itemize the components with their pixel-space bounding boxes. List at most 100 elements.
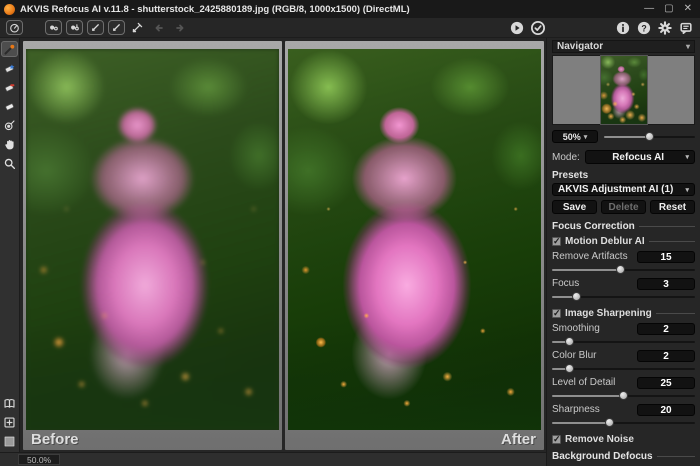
preview-brush-tool[interactable]	[1, 41, 18, 57]
statusbar: 50.0%	[0, 452, 546, 466]
remove-artifacts-slider[interactable]	[552, 264, 695, 275]
chevron-down-icon: ▾	[584, 133, 588, 141]
save-preset-button[interactable]: Save	[552, 200, 597, 214]
run-button[interactable]	[508, 20, 525, 35]
zoom-level-select[interactable]: 50% ▾	[552, 130, 598, 143]
level-of-detail-param: Level of Detail 25	[552, 376, 695, 401]
hand-tool[interactable]	[1, 136, 18, 152]
keep-area-brush-tool[interactable]	[1, 60, 18, 76]
close-button[interactable]: ✕	[684, 0, 692, 18]
minimize-button[interactable]: —	[644, 0, 654, 18]
zoom-level-value: 50%	[563, 132, 581, 142]
apply-button[interactable]	[529, 20, 546, 35]
slider-thumb[interactable]	[565, 364, 574, 373]
navigator-preview	[552, 55, 695, 125]
statusbar-zoom-value: 50.0%	[18, 454, 60, 465]
toolbar: ?	[0, 18, 700, 38]
focus-slider[interactable]	[552, 291, 695, 302]
sharpness-value[interactable]: 20	[637, 404, 695, 416]
titlebar: AKVIS Refocus AI v.11.8 - shutterstock_2…	[0, 0, 700, 18]
chevron-down-icon: ▾	[686, 42, 690, 51]
app-window: AKVIS Refocus AI v.11.8 - shutterstock_2…	[0, 0, 700, 466]
smoothing-slider[interactable]	[552, 336, 695, 347]
remove-noise-label: Remove Noise	[565, 434, 634, 445]
window-layout-toggle[interactable]	[1, 414, 18, 430]
slider-thumb[interactable]	[565, 337, 574, 346]
preset-value: AKVIS Adjustment AI (1)	[558, 184, 685, 195]
remove-artifacts-value[interactable]: 15	[637, 251, 695, 263]
mode-value: Refocus AI	[591, 152, 686, 163]
image-sharpening-label: Image Sharpening	[565, 308, 652, 319]
presets-label: Presets	[552, 170, 695, 181]
window-title: AKVIS Refocus AI v.11.8 - shutterstock_2…	[20, 4, 644, 15]
background-defocus-header: Background Defocus	[552, 451, 695, 462]
navigator-thumbnail[interactable]	[601, 56, 647, 124]
color-blur-value[interactable]: 2	[637, 350, 695, 362]
settings-panel: Navigator ▾ 50% ▾ Mode: Refocus AI ▾	[546, 38, 700, 466]
redo-button[interactable]	[171, 20, 188, 35]
motion-deblur-checkbox-row: Motion Deblur AI	[552, 236, 695, 247]
save-image-button[interactable]	[66, 20, 83, 35]
after-pane: After	[285, 41, 544, 450]
share-button[interactable]	[129, 20, 146, 35]
motion-deblur-label: Motion Deblur AI	[565, 236, 645, 247]
remove-noise-checkbox[interactable]	[552, 435, 561, 444]
split-view-toggle[interactable]	[1, 395, 18, 411]
drop-area-brush-tool[interactable]	[1, 79, 18, 95]
focus-param: Focus 3	[552, 277, 695, 302]
remove-noise-checkbox-row: Remove Noise	[552, 434, 695, 445]
sharpness-slider[interactable]	[552, 417, 695, 428]
image-sharpening-checkbox[interactable]	[552, 309, 561, 318]
smoothing-value[interactable]: 2	[637, 323, 695, 335]
color-blur-param: Color Blur 2	[552, 349, 695, 374]
undo-button[interactable]	[150, 20, 167, 35]
level-of-detail-value[interactable]: 25	[637, 377, 695, 389]
before-pane: Before	[23, 41, 282, 450]
smoothing-param: Smoothing 2	[552, 322, 695, 347]
slider-thumb[interactable]	[605, 418, 614, 427]
navigator-title: Navigator	[557, 41, 603, 52]
zoom-tool[interactable]	[1, 155, 18, 171]
help-button[interactable]: ?	[635, 20, 652, 35]
background-color-swatch[interactable]	[1, 433, 18, 449]
before-photo[interactable]	[26, 49, 279, 430]
navigator-header[interactable]: Navigator ▾	[552, 40, 695, 53]
level-of-detail-slider[interactable]	[552, 390, 695, 401]
color-blur-slider[interactable]	[552, 363, 695, 374]
mode-select[interactable]: Refocus AI ▾	[585, 150, 695, 164]
after-label: After	[288, 431, 541, 448]
image-viewport: Before After	[20, 38, 546, 452]
delete-preset-button[interactable]: Delete	[601, 200, 646, 214]
post-image-button[interactable]	[108, 20, 125, 35]
app-logo-icon	[4, 4, 15, 15]
after-photo[interactable]	[288, 49, 541, 430]
chevron-down-icon: ▾	[685, 186, 689, 194]
focus-value[interactable]: 3	[637, 278, 695, 290]
zoom-slider[interactable]	[604, 131, 695, 142]
before-label: Before	[26, 431, 279, 448]
print-button[interactable]	[87, 20, 104, 35]
tool-palette	[0, 38, 20, 452]
feedback-button[interactable]	[677, 20, 694, 35]
focus-correction-header: Focus Correction	[552, 221, 695, 232]
workspace-button[interactable]	[6, 20, 23, 35]
image-sharpening-checkbox-row: Image Sharpening	[552, 308, 695, 319]
maximize-button[interactable]: ▢	[664, 0, 673, 18]
preset-select[interactable]: AKVIS Adjustment AI (1) ▾	[552, 183, 695, 196]
history-brush-tool[interactable]	[1, 117, 18, 133]
mode-label: Mode:	[552, 152, 580, 163]
sharpness-param: Sharpness 20	[552, 403, 695, 428]
info-button[interactable]	[614, 20, 631, 35]
preferences-button[interactable]	[656, 20, 673, 35]
slider-thumb[interactable]	[616, 265, 625, 274]
svg-text:?: ?	[641, 23, 646, 33]
chevron-down-icon: ▾	[685, 153, 689, 161]
open-image-button[interactable]	[45, 20, 62, 35]
motion-deblur-checkbox[interactable]	[552, 237, 561, 246]
slider-thumb[interactable]	[619, 391, 628, 400]
remove-artifacts-param: Remove Artifacts 15	[552, 250, 695, 275]
reset-preset-button[interactable]: Reset	[650, 200, 695, 214]
zoom-slider-thumb[interactable]	[645, 132, 654, 141]
eraser-tool[interactable]	[1, 98, 18, 114]
slider-thumb[interactable]	[572, 292, 581, 301]
